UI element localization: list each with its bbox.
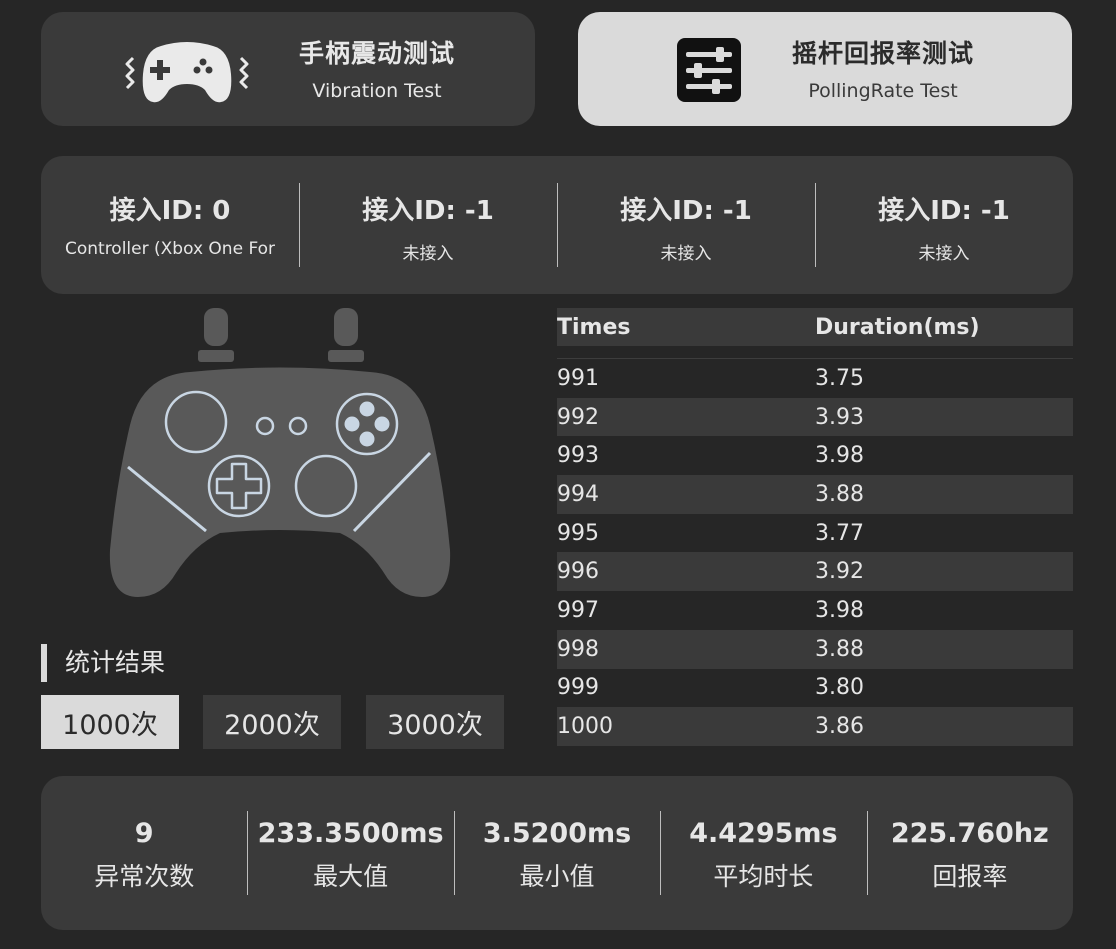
duration-cell: 3.98 [815,443,864,469]
controller-slot-1[interactable]: 接入ID: -1 未接入 [299,156,557,294]
table-row: 991 3.75 [557,359,1073,398]
polling-results-table[interactable]: Times Duration(ms) 991 3.75 992 3.93 993… [557,308,1073,746]
duration-cell: 3.98 [815,597,864,623]
left-trigger [204,308,228,346]
duration-cell: 3.80 [815,675,864,701]
polling-rate-test-card[interactable]: 摇杆回报率测试 PollingRate Test [578,12,1072,126]
sample-2000-button[interactable]: 2000次 [203,695,341,749]
slot-status: 未接入 [918,244,970,264]
summary-label: 平均时长 [713,862,814,891]
table-row: 997 3.98 [557,591,1073,630]
summary-label: 最大值 [313,862,389,891]
summary-value: 233.3500ms [257,818,444,849]
duration-cell: 3.75 [815,365,864,391]
times-cell: 994 [557,481,599,507]
controller-slot-0[interactable]: 接入ID: 0 Controller (Xbox One For [41,156,299,294]
gamepad-vibration-icon [123,40,251,110]
slot-id-label: 接入ID: -1 [620,196,752,226]
times-cell: 997 [557,597,599,623]
duration-cell: 3.88 [815,636,864,662]
left-bumper [198,350,234,362]
table-row: 995 3.77 [557,514,1073,553]
times-cell: 995 [557,520,599,546]
slot-id-label: 接入ID: -1 [878,196,1010,226]
table-row: 999 3.80 [557,669,1073,708]
controller-slots-panel: 接入ID: 0 Controller (Xbox One For 接入ID: -… [41,156,1073,294]
slot-status: 未接入 [660,244,712,264]
slot-id-label: 接入ID: 0 [109,196,231,226]
summary-value: 9 [134,818,154,849]
duration-cell: 3.92 [815,559,864,585]
controller-body [109,367,451,597]
sample-1000-button[interactable]: 1000次 [41,695,179,749]
times-cell: 993 [557,443,599,469]
duration-cell: 3.93 [815,404,864,430]
duration-cell: 3.77 [815,520,864,546]
table-header: Times Duration(ms) [557,308,1073,346]
summary-average: 4.4295ms 平均时长 [660,776,866,930]
summary-anomaly-count: 9 异常次数 [41,776,247,930]
summary-min: 3.5200ms 最小值 [453,776,660,930]
slot-status: Controller (Xbox One For [64,239,276,259]
controller-illustration [100,305,460,609]
controller-slot-2[interactable]: 接入ID: -1 未接入 [557,156,815,294]
polling-rate-test-title: 摇杆回报率测试 [791,39,974,68]
table-row: 992 3.93 [557,397,1073,437]
times-cell: 998 [557,636,599,662]
vibration-test-subtitle: Vibration Test [312,80,442,102]
slot-id-label: 接入ID: -1 [362,196,494,226]
times-cell: 999 [557,675,599,701]
times-cell: 1000 [557,714,613,740]
times-cell: 992 [557,404,599,430]
right-bumper [328,350,364,362]
duration-cell: 3.86 [815,714,864,740]
slot-status: 未接入 [402,244,454,264]
sliders-icon [676,37,742,107]
summary-label: 回报率 [932,862,1008,891]
statistics-heading: 统计结果 [41,644,165,682]
table-row: 1000 3.86 [557,707,1073,746]
table-row: 994 3.88 [557,475,1073,514]
times-cell: 991 [557,365,599,391]
summary-label: 异常次数 [94,862,195,891]
table-row: 998 3.88 [557,629,1073,669]
right-trigger [334,308,358,346]
times-cell: 996 [557,559,599,585]
summary-value: 4.4295ms [689,818,838,849]
summary-value: 225.760hz [890,818,1049,849]
summary-value: 3.5200ms [482,818,632,849]
controller-slot-3[interactable]: 接入ID: -1 未接入 [815,156,1073,294]
summary-panel: 9 异常次数 233.3500ms 最大值 3.5200ms 最小值 4.429… [41,776,1073,930]
vibration-test-card[interactable]: 手柄震动测试 Vibration Test [41,12,535,126]
times-column-header: Times [557,314,631,340]
sample-3000-button[interactable]: 3000次 [366,695,504,749]
summary-label: 最小值 [519,862,595,891]
table-row: 996 3.92 [557,552,1073,592]
duration-cell: 3.88 [815,481,864,507]
duration-column-header: Duration(ms) [815,314,980,340]
polling-rate-test-subtitle: PollingRate Test [808,80,958,102]
summary-polling-rate: 225.760hz 回报率 [866,776,1073,930]
vibration-test-title: 手柄震动测试 [299,39,456,68]
summary-max: 233.3500ms 最大值 [247,776,453,930]
table-row: 993 3.98 [557,436,1073,475]
